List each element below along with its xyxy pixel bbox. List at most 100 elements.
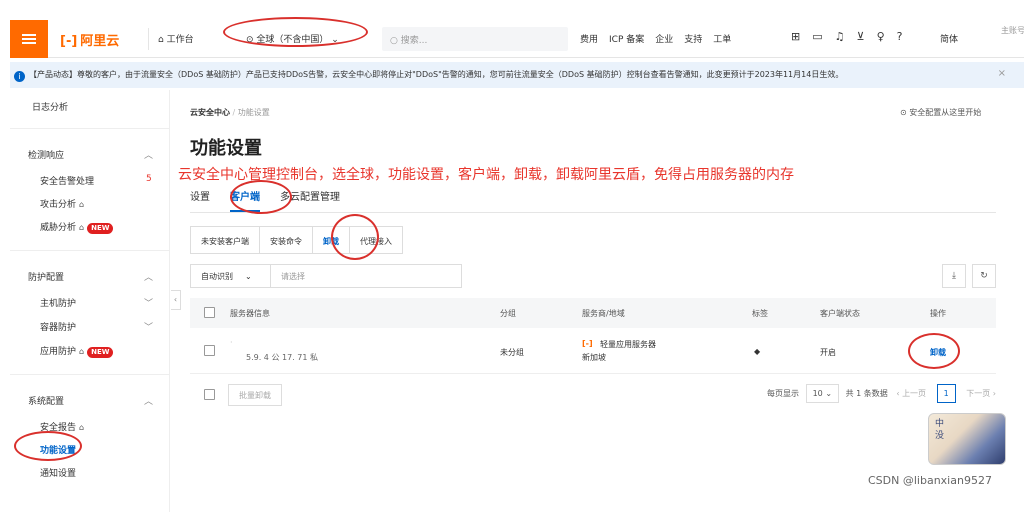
page-1[interactable]: 1 [936, 384, 956, 403]
nav-links: 费用 ICP 备案 企业 支持 工单 [580, 32, 731, 45]
annotation-circle [230, 180, 292, 214]
chevron-down-icon[interactable]: ﹀ [144, 296, 153, 309]
refresh-icon[interactable]: ↻ [972, 264, 996, 288]
batch-uninstall-button[interactable]: 批量卸载 [228, 384, 282, 406]
segment-not-installed[interactable]: 未安装客户端 [190, 226, 260, 254]
home-icon: ⌂ [158, 35, 167, 45]
close-icon[interactable]: × [998, 68, 1006, 79]
next-page-button[interactable]: 下一页 › [966, 389, 996, 398]
chevron-up-icon[interactable]: ︿ [144, 270, 153, 283]
divider [148, 28, 149, 50]
header-provider: 服务商/地域 [582, 309, 625, 318]
divider [10, 374, 170, 375]
tab-settings[interactable]: 设置 [190, 188, 210, 212]
header-server-info: 服务器信息 [230, 309, 270, 318]
per-page-select[interactable]: 10 ⌄ [805, 384, 840, 403]
sidebar-item-container-protection[interactable]: 容器防护 [40, 320, 76, 333]
app-icon[interactable]: ⊞ [791, 30, 800, 43]
row-checkbox[interactable] [204, 345, 215, 356]
tag-icon[interactable]: ◆ [754, 347, 760, 356]
bell-icon[interactable]: ♫ [835, 30, 845, 43]
chevron-up-icon[interactable]: ︿ [144, 148, 153, 161]
provider-region: 新加坡 [582, 353, 606, 362]
sidebar-item-alerts[interactable]: 安全告警处理 [40, 174, 94, 187]
divider [190, 212, 996, 213]
sidebar-item-attack-analysis[interactable]: 攻击分析 ⌂ [40, 197, 84, 210]
nav-link-ticket[interactable]: 工单 [713, 32, 731, 45]
breadcrumb: 云安全中心 / 功能设置 [190, 107, 270, 118]
sidebar-item-notification-settings[interactable]: 通知设置 [40, 466, 76, 479]
avatar: 中没 [928, 413, 1006, 465]
annotation-circle [14, 431, 82, 461]
footer-checkbox[interactable] [204, 389, 215, 400]
terminal-icon[interactable]: ▭ [812, 30, 822, 43]
server-name: · [230, 338, 233, 347]
cart-icon[interactable]: ⊻ [857, 30, 865, 43]
announcement-banner: i 【产品动态】尊敬的客户，由于流量安全（DDoS 基础防护）产品已支持DDoS告… [10, 62, 1024, 88]
account-label: 主账号 [1001, 26, 1024, 35]
nav-link-icp[interactable]: ICP 备案 [609, 32, 644, 45]
chevron-down-icon: ⌄ [825, 389, 833, 398]
chevron-down-icon: ⌄ [245, 272, 252, 281]
nav-link-support[interactable]: 支持 [684, 32, 702, 45]
filter-type-select[interactable]: 自动识别 ⌄ [191, 265, 271, 287]
server-ip: 5.9. 4 公 17. 71 私 [246, 353, 318, 362]
menu-button[interactable] [10, 20, 48, 58]
pagination: 每页显示 10 ⌄ 共 1 条数据 ‹ 上一页 1 下一页 › [767, 384, 996, 403]
page-title: 功能设置 [190, 138, 262, 159]
help-link[interactable]: ⊙ 安全配置从这里开始 [900, 107, 981, 118]
nav-link-enterprise[interactable]: 企业 [655, 32, 673, 45]
lock-icon: ⌂ [79, 200, 85, 209]
sidebar-group-system[interactable]: 系统配置 [28, 394, 64, 407]
segment-install-command[interactable]: 安装命令 [259, 226, 313, 254]
total-count: 共 1 条数据 [845, 389, 888, 398]
info-icon: i [14, 71, 25, 82]
lock-icon: ⌂ [79, 347, 85, 356]
table-footer: 批量卸载 每页显示 10 ⌄ 共 1 条数据 ‹ 上一页 1 下一页 › [190, 380, 996, 410]
top-navigation: [-] 阿里云 ⌂ 工作台 ⊙ 全球（不含中国） ⌄ ○ 搜索... 费用 ICP… [10, 20, 1024, 58]
sidebar-item-threat-analysis[interactable]: 威胁分析 ⌂ NEW [40, 220, 114, 234]
group-value: 未分组 [500, 348, 524, 357]
search-input[interactable]: ○ 搜索... [382, 27, 568, 51]
filter-bar: 自动识别 ⌄ 请选择 [190, 264, 462, 288]
sidebar-group-protection[interactable]: 防护配置 [28, 270, 64, 283]
divider [10, 128, 170, 129]
sidebar-group-detection[interactable]: 检测响应 [28, 148, 64, 161]
sidebar-item-app-protection[interactable]: 应用防护 ⌂ NEW [40, 344, 114, 358]
breadcrumb-current: 功能设置 [237, 108, 270, 117]
annotation-circle [223, 17, 368, 47]
download-icon[interactable]: ⤓ [942, 264, 966, 288]
nav-icons: ⊞ ▭ ♫ ⊻ ♀ ? [791, 30, 902, 43]
new-badge: NEW [87, 347, 114, 358]
sidebar-item-host-protection[interactable]: 主机防护 [40, 296, 76, 309]
table-row: · 5.9. 4 公 17. 71 私 未分组 [-] 轻量应用服务器 新加坡 … [190, 328, 996, 374]
account-menu[interactable]: 主账号 [995, 24, 1024, 37]
provider-logo: [-] [582, 339, 593, 348]
watermark: CSDN @libanxian9527 [868, 474, 992, 487]
workbench-link[interactable]: ⌂ 工作台 [158, 32, 194, 45]
sidebar-collapse-handle[interactable]: ‹ [171, 290, 181, 310]
select-all-checkbox[interactable] [204, 307, 215, 318]
lock-icon: ⌂ [79, 223, 85, 232]
alert-count-badge: 5 [146, 174, 152, 184]
announcement-text: 【产品动态】尊敬的客户，由于流量安全（DDoS 基础防护）产品已支持DDoS告警… [29, 70, 844, 79]
table-header: 服务器信息 分组 服务商/地域 标签 客户端状态 操作 [190, 298, 996, 328]
lock-icon: ⌂ [79, 423, 85, 432]
question-icon: ⊙ [900, 108, 910, 117]
chevron-down-icon[interactable]: ﹀ [144, 320, 153, 333]
annotation-circle [331, 214, 379, 260]
nav-link-fees[interactable]: 费用 [580, 32, 598, 45]
filter-value-input[interactable]: 请选择 [281, 271, 305, 282]
bulb-icon[interactable]: ♀ [877, 30, 885, 43]
prev-page-button[interactable]: ‹ 上一页 [896, 389, 926, 398]
breadcrumb-root[interactable]: 云安全中心 [190, 108, 230, 117]
sidebar-item-log-analysis[interactable]: 日志分析 [32, 100, 68, 113]
aliyun-logo[interactable]: [-] 阿里云 [60, 30, 119, 49]
language-switch[interactable]: 简体 [940, 32, 958, 45]
help-icon[interactable]: ? [897, 30, 903, 43]
header-actions: 操作 [930, 309, 946, 318]
header-client-status: 客户端状态 [820, 309, 860, 318]
chevron-up-icon[interactable]: ︿ [144, 394, 153, 407]
per-page-label: 每页显示 [767, 389, 800, 398]
divider [10, 250, 170, 251]
